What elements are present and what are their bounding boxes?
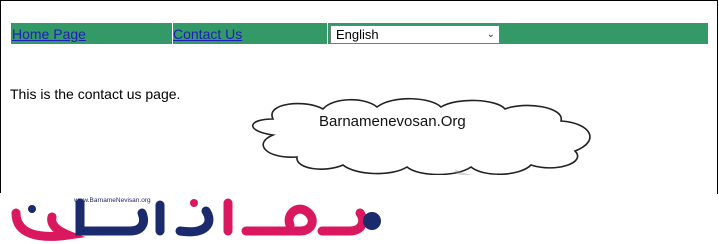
chevron-down-icon: ⌄: [486, 29, 495, 40]
nav-cell-language: English ⌄: [328, 23, 500, 44]
nav-cell-contact: Contact Us: [173, 23, 328, 44]
cloud-text: Barnamenevosan.Org: [319, 113, 466, 130]
nav-cell-home: Home Page: [12, 23, 173, 44]
contact-us-link[interactable]: Contact Us: [173, 26, 242, 42]
language-select[interactable]: English ⌄: [330, 25, 500, 44]
site-logo: [11, 198, 381, 241]
logo-url-text: www.BarnameNevisan.org: [74, 197, 151, 204]
frame-edge: [0, 0, 1, 193]
home-page-link[interactable]: Home Page: [12, 26, 86, 42]
language-selected-value: English: [336, 27, 379, 42]
nav-bar: Home Page Contact Us English ⌄: [10, 22, 709, 45]
contact-page-text: This is the contact us page.: [10, 86, 181, 102]
cloud-callout: [252, 97, 591, 175]
